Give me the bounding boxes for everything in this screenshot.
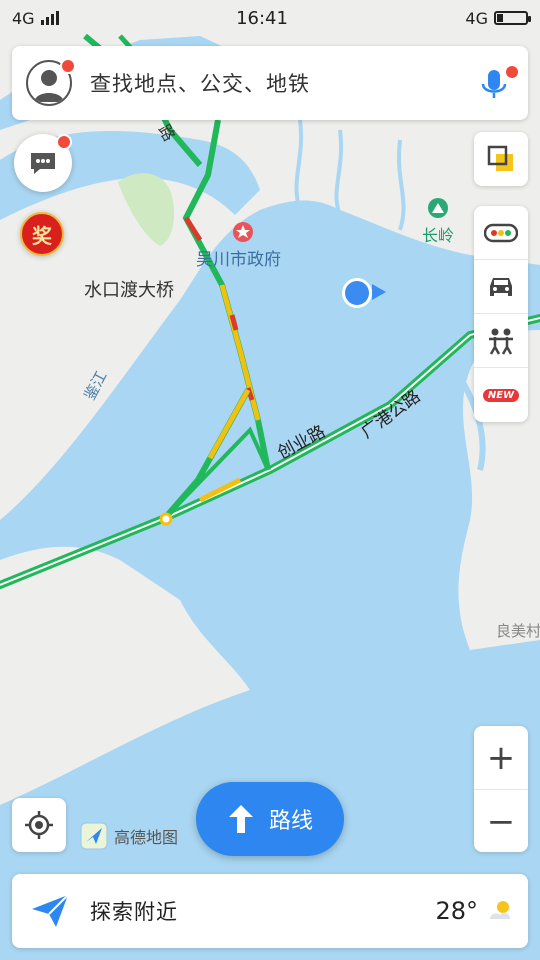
reward-label: 奖 — [32, 223, 52, 248]
temperature: 28° — [435, 897, 478, 925]
search-bar[interactable]: 查找地点、公交、地铁 — [12, 46, 528, 120]
amap-logo: 高德地图 — [80, 822, 178, 850]
people-icon — [489, 328, 513, 355]
traffic-toggle[interactable] — [474, 206, 528, 260]
search-input[interactable]: 查找地点、公交、地铁 — [90, 68, 474, 98]
map-label-government[interactable]: 吴川市政府 — [196, 245, 281, 270]
navigation-arrow-icon — [32, 894, 69, 927]
amap-logo-text: 高德地图 — [114, 828, 179, 847]
map-label-changling[interactable]: 长岭 — [422, 222, 454, 246]
map-label-bridge: 水口渡大桥 — [84, 280, 174, 301]
zoom-out-button[interactable]: − — [474, 790, 528, 853]
message-button[interactable] — [14, 134, 72, 192]
taxi-button[interactable] — [474, 260, 528, 314]
new-badge: NEW — [482, 388, 520, 402]
layers-button[interactable] — [474, 132, 528, 186]
message-notification-dot — [56, 134, 72, 150]
map-tools-panel: NEW — [474, 206, 528, 422]
signal-icon — [40, 11, 59, 25]
locate-icon — [25, 811, 53, 839]
partly-cloudy-icon — [490, 901, 510, 919]
explore-nearby-label: 探索附近 — [90, 900, 178, 924]
notification-dot — [60, 58, 76, 74]
network-type-right: 4G — [465, 8, 488, 28]
layers-icon — [487, 145, 513, 171]
map-label-liangmei: 良美村 — [496, 622, 540, 640]
clock: 16:41 — [236, 7, 288, 29]
new-feature-button[interactable]: NEW — [474, 368, 528, 422]
government-pin[interactable] — [233, 222, 253, 242]
route-arrow-icon — [228, 805, 253, 833]
explore-nearby-bar[interactable]: 探索附近 28° — [12, 874, 528, 948]
changling-pin[interactable] — [428, 198, 448, 218]
mic-notification-dot — [504, 64, 520, 80]
zoom-in-button[interactable]: + — [474, 726, 528, 790]
amap-logo-icon — [80, 822, 108, 850]
chat-bubble-icon — [31, 153, 55, 174]
route-button-label: 路线 — [268, 809, 313, 834]
locate-button[interactable] — [12, 798, 66, 852]
network-type-left: 4G — [12, 8, 35, 28]
car-icon — [490, 277, 512, 296]
route-button[interactable]: 路线 — [196, 782, 344, 856]
reward-button[interactable]: 奖 — [20, 212, 64, 256]
status-bar: 4G 16:41 4G — [0, 0, 540, 36]
companion-button[interactable] — [474, 314, 528, 368]
battery-icon — [494, 11, 531, 25]
traffic-light-icon — [484, 223, 518, 242]
voice-search-button[interactable] — [474, 60, 520, 106]
zoom-controls: + − — [474, 726, 528, 852]
